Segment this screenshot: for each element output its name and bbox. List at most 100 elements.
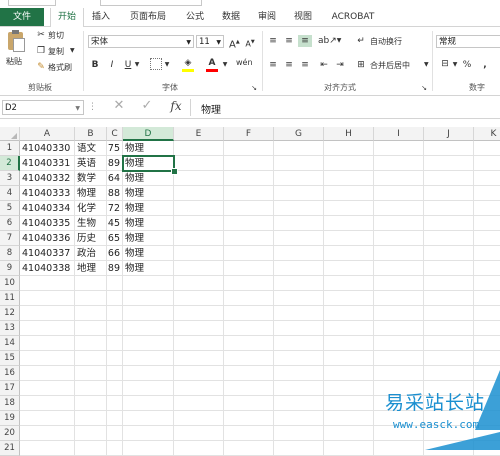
cell[interactable] (123, 396, 174, 411)
cell[interactable] (474, 231, 500, 246)
cell[interactable] (274, 396, 324, 411)
cell[interactable] (174, 306, 224, 321)
cell[interactable] (274, 261, 324, 276)
column-header[interactable]: H (324, 127, 374, 141)
cell[interactable] (174, 321, 224, 336)
cell[interactable] (107, 306, 123, 321)
chevron-down-icon[interactable]: ▼ (336, 35, 342, 47)
cell[interactable] (274, 141, 324, 156)
column-header[interactable]: F (224, 127, 274, 141)
row-header[interactable]: 18 (0, 396, 20, 411)
cell[interactable] (174, 216, 224, 231)
cell[interactable] (374, 141, 424, 156)
cell[interactable] (424, 216, 474, 231)
cell[interactable] (424, 276, 474, 291)
cell[interactable] (324, 351, 374, 366)
cell[interactable]: 41040333 (20, 186, 75, 201)
cell[interactable] (374, 186, 424, 201)
cell[interactable] (75, 366, 107, 381)
number-format-select[interactable]: 常规 (436, 35, 500, 48)
row-header[interactable]: 8 (0, 246, 20, 261)
cell[interactable] (374, 201, 424, 216)
cell[interactable] (20, 426, 75, 441)
cell[interactable] (474, 291, 500, 306)
column-header[interactable]: K (474, 127, 500, 141)
tab-insert[interactable]: 插入 (86, 8, 116, 26)
row-header[interactable]: 7 (0, 231, 20, 246)
chevron-down-icon[interactable]: ▼ (222, 59, 228, 71)
cell[interactable] (224, 441, 274, 456)
cell[interactable]: 64 (107, 171, 123, 186)
cell[interactable]: 41040336 (20, 231, 75, 246)
copy-button[interactable]: ❐ 复制 ▼ (36, 45, 76, 58)
cell[interactable] (224, 336, 274, 351)
title-search-box[interactable] (100, 0, 202, 6)
tab-file[interactable]: 文件 (0, 8, 44, 26)
cell[interactable] (123, 291, 174, 306)
cell[interactable] (20, 351, 75, 366)
cell[interactable] (424, 156, 474, 171)
cell[interactable] (174, 366, 224, 381)
fill-handle[interactable] (171, 168, 178, 175)
cell[interactable] (324, 246, 374, 261)
column-header[interactable]: G (274, 127, 324, 141)
cell[interactable]: 41040334 (20, 201, 75, 216)
cell[interactable]: 化学 (75, 201, 107, 216)
column-header[interactable]: D (123, 127, 174, 141)
row-header[interactable]: 21 (0, 441, 20, 456)
cell[interactable]: 语文 (75, 141, 107, 156)
cell[interactable] (75, 441, 107, 456)
row-header[interactable]: 2 (0, 156, 20, 171)
cell[interactable] (75, 351, 107, 366)
cell[interactable] (75, 291, 107, 306)
cell[interactable] (20, 321, 75, 336)
cell[interactable]: 英语 (75, 156, 107, 171)
cell[interactable]: 政治 (75, 246, 107, 261)
cell[interactable] (374, 351, 424, 366)
cell[interactable] (75, 306, 107, 321)
cell[interactable] (107, 396, 123, 411)
cell[interactable] (474, 276, 500, 291)
align-bottom-icon[interactable]: ≡ (298, 35, 312, 47)
cell[interactable] (20, 336, 75, 351)
cell[interactable] (123, 426, 174, 441)
cell[interactable] (274, 156, 324, 171)
cell[interactable]: 89 (107, 156, 123, 171)
cell[interactable] (20, 381, 75, 396)
cell[interactable] (174, 441, 224, 456)
cell[interactable] (374, 246, 424, 261)
cell[interactable]: 41040338 (20, 261, 75, 276)
cell[interactable] (474, 336, 500, 351)
cell[interactable]: 41040337 (20, 246, 75, 261)
cell[interactable] (174, 231, 224, 246)
cell[interactable] (324, 231, 374, 246)
fill-color-button[interactable]: ◈ (180, 57, 196, 72)
cancel-button[interactable]: ✕ (112, 99, 126, 112)
row-header[interactable]: 4 (0, 186, 20, 201)
cell[interactable] (174, 261, 224, 276)
decrease-indent-icon[interactable]: ⇤ (318, 59, 330, 71)
tab-home[interactable]: 开始 (50, 8, 84, 27)
cell[interactable] (324, 336, 374, 351)
cell[interactable] (75, 321, 107, 336)
chevron-down-icon[interactable]: ▼ (134, 59, 140, 71)
tab-page-layout[interactable]: 页面布局 (124, 8, 172, 26)
formula-input[interactable]: 物理 (190, 99, 500, 116)
cell[interactable] (274, 291, 324, 306)
cell[interactable]: 物理 (123, 261, 174, 276)
cell[interactable] (324, 306, 374, 321)
cell[interactable] (107, 276, 123, 291)
cell[interactable]: 物理 (75, 186, 107, 201)
cell[interactable] (274, 231, 324, 246)
cell[interactable] (20, 411, 75, 426)
cell[interactable] (107, 381, 123, 396)
cell[interactable] (224, 291, 274, 306)
cell[interactable] (123, 306, 174, 321)
cell[interactable] (174, 276, 224, 291)
cell[interactable] (274, 306, 324, 321)
cell[interactable] (424, 171, 474, 186)
cell[interactable] (20, 366, 75, 381)
cell[interactable] (107, 411, 123, 426)
cell[interactable] (224, 396, 274, 411)
cut-button[interactable]: ✂ 剪切 (36, 29, 76, 42)
